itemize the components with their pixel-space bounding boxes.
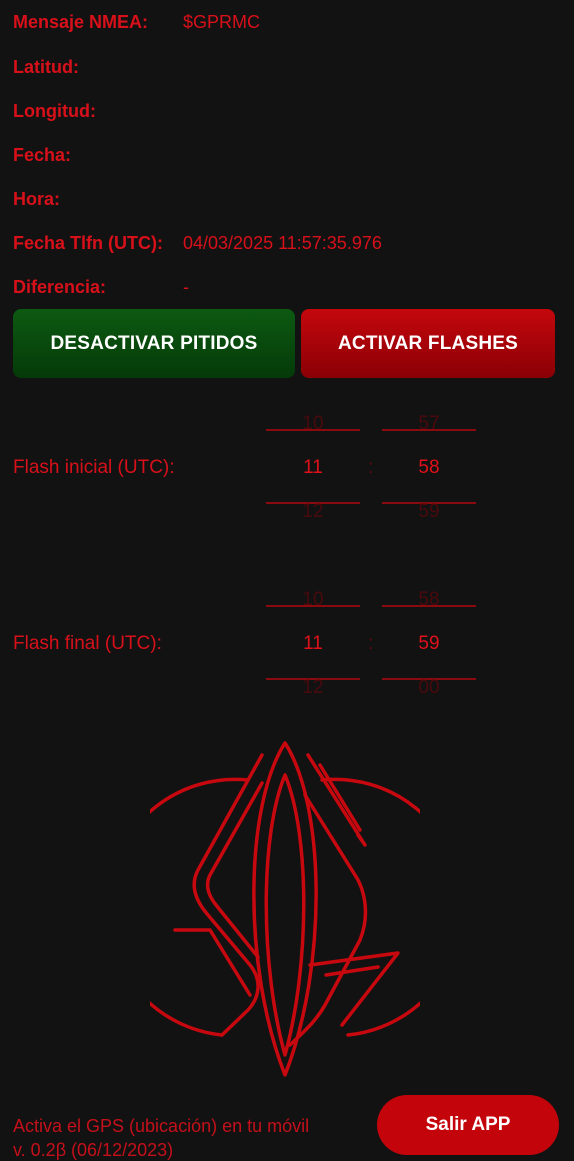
flash-end-hour-next[interactable]: 12: [266, 676, 360, 700]
nmea-label: Mensaje NMEA:: [13, 12, 149, 32]
enable-flashes-button[interactable]: ACTIVAR FLASHES: [301, 309, 555, 378]
flash-start-minute-next[interactable]: 59: [382, 500, 476, 524]
flash-start-hour-prev[interactable]: 10: [266, 412, 360, 436]
flash-end-separator: :: [368, 633, 374, 654]
flash-start-minute-selected[interactable]: 58: [382, 456, 476, 480]
date-row: Fecha:: [13, 143, 71, 167]
flash-end-hour-picker[interactable]: 10 11 12: [266, 588, 360, 708]
flash-start-separator: :: [368, 457, 374, 478]
nmea-row: Mensaje NMEA: $GPRMC: [13, 10, 260, 34]
latitude-row: Latitud:: [13, 55, 79, 79]
longitude-label: Longitud:: [13, 101, 96, 121]
time-label: Hora:: [13, 189, 61, 209]
flash-end-minute-selected[interactable]: 59: [382, 632, 476, 656]
date-label: Fecha:: [13, 145, 72, 165]
gps-hint: Activa el GPS (ubicación) en tu móvil: [13, 1116, 310, 1136]
flash-end-minute-next[interactable]: 00: [382, 676, 476, 700]
flash-start-label: Flash inicial (UTC):: [13, 457, 175, 478]
longitude-row: Longitud:: [13, 99, 96, 123]
difference-row: Diferencia: -: [13, 275, 189, 299]
difference-label: Diferencia:: [13, 277, 107, 297]
flash-end-hour-prev[interactable]: 10: [266, 588, 360, 612]
latitude-label: Latitud:: [13, 57, 79, 77]
flash-end-hour-selected[interactable]: 11: [266, 632, 360, 656]
app-logo: [150, 741, 420, 1077]
time-row: Hora:: [13, 187, 60, 211]
flash-start-hour-picker[interactable]: 10 11 12: [266, 412, 360, 532]
flash-end-label: Flash final (UTC):: [13, 633, 162, 654]
app-screen: Mensaje NMEA: $GPRMC Latitud: Longitud: …: [0, 0, 574, 1161]
flash-start-hour-next[interactable]: 12: [266, 500, 360, 524]
difference-value: -: [183, 277, 189, 297]
picker-divider: [266, 605, 360, 607]
flash-start-hour-selected[interactable]: 11: [266, 456, 360, 480]
disable-beeps-button[interactable]: DESACTIVAR PITIDOS: [13, 309, 295, 378]
nmea-value: $GPRMC: [183, 12, 261, 32]
flash-end-minute-prev[interactable]: 58: [382, 588, 476, 612]
picker-divider: [266, 429, 360, 431]
picker-divider: [382, 429, 476, 431]
phone-date-value: 04/03/2025 11:57:35.976: [183, 233, 382, 253]
flash-start-minute-prev[interactable]: 57: [382, 412, 476, 436]
exit-app-button[interactable]: Salir APP: [377, 1095, 559, 1155]
picker-divider: [382, 605, 476, 607]
app-version: v. 0.2β (06/12/2023): [13, 1140, 174, 1160]
flash-start-minute-picker[interactable]: 57 58 59: [382, 412, 476, 532]
phone-date-row: Fecha Tlfn (UTC): 04/03/2025 11:57:35.97…: [13, 231, 382, 255]
phone-date-label: Fecha Tlfn (UTC):: [13, 233, 163, 253]
flash-end-minute-picker[interactable]: 58 59 00: [382, 588, 476, 708]
